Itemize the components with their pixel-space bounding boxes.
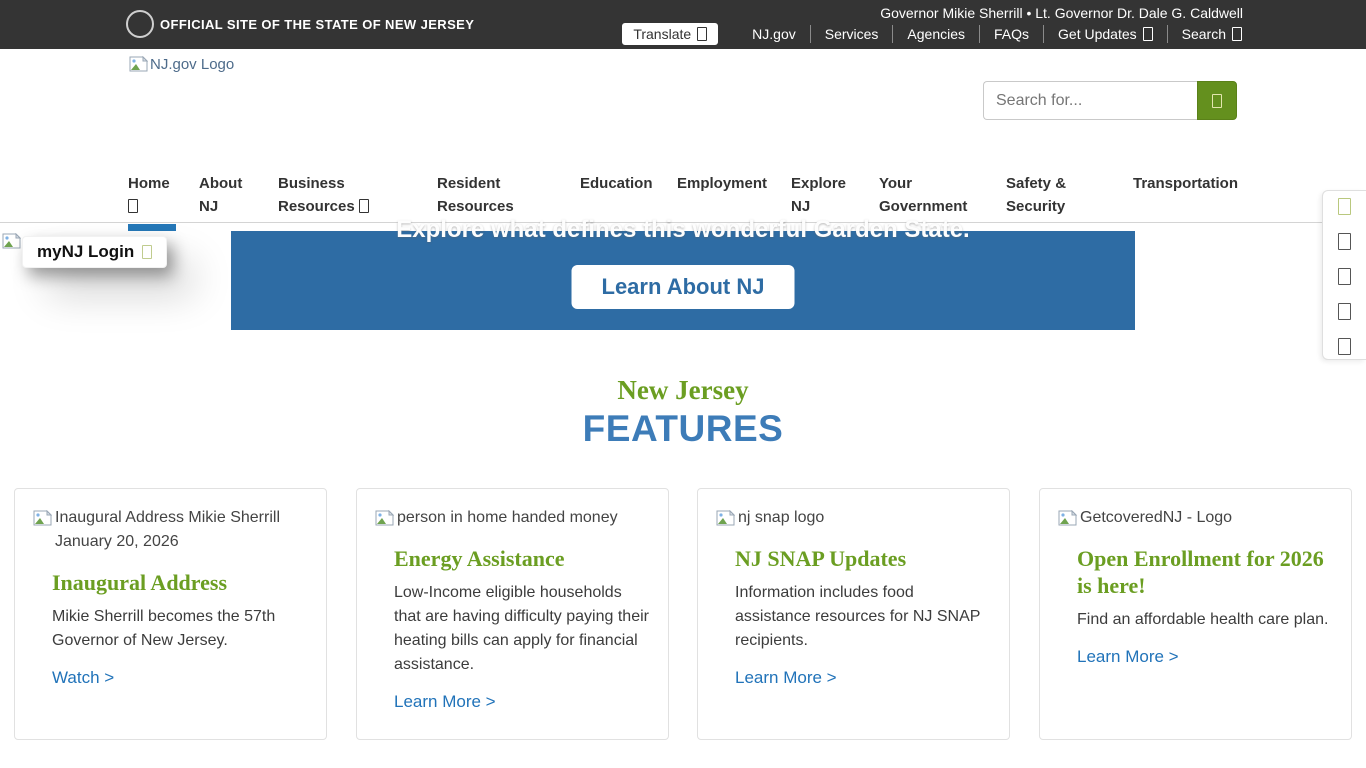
social-icon-3[interactable] xyxy=(1338,268,1351,285)
card-image-alt-text: GetcoveredNJ - Logo xyxy=(1080,506,1232,530)
card-image-alt-text: nj snap logo xyxy=(738,506,824,530)
card-title: Energy Assistance xyxy=(394,545,650,572)
main-navigation: Home About NJ Business Resources Residen… xyxy=(0,152,1366,223)
caret-down-icon xyxy=(128,199,138,213)
broken-image-icon xyxy=(33,510,52,526)
nav-item-label: Safety & Security xyxy=(1006,175,1066,215)
card-learn-more-link[interactable]: Learn More > xyxy=(394,692,496,712)
feature-card-open-enrollment: GetcoveredNJ - Logo Open Enrollment for … xyxy=(1039,488,1352,740)
card-image-alt-text: person in home handed money xyxy=(397,506,618,530)
logo-alt-text: NJ.gov Logo xyxy=(150,56,234,73)
nav-item-label: Resident Resources xyxy=(437,175,514,215)
features-heading: FEATURES xyxy=(0,408,1366,450)
official-site-text: OFFICIAL SITE OF THE STATE OF NEW JERSEY xyxy=(160,17,474,32)
card-title: Inaugural Address xyxy=(52,569,308,596)
login-icon xyxy=(142,245,152,259)
toplink-njgov[interactable]: NJ.gov xyxy=(738,26,810,42)
magnifier-icon xyxy=(1212,94,1222,108)
card-description: Information includes food assistance res… xyxy=(735,581,991,653)
hero-banner: Explore what defines this wonderful Gard… xyxy=(231,231,1135,330)
nav-item-label: Home xyxy=(128,175,170,192)
nav-item-safety-security[interactable]: Safety & Security xyxy=(1006,172,1076,218)
toplink-get-updates[interactable]: Get Updates xyxy=(1044,26,1167,42)
feature-card-energy-assistance: person in home handed money Energy Assis… xyxy=(356,488,669,740)
broken-image-icon xyxy=(716,510,735,526)
card-image-alt: person in home handed money xyxy=(375,506,650,530)
top-bar: OFFICIAL SITE OF THE STATE OF NEW JERSEY… xyxy=(0,0,1366,49)
toplink-label: Search xyxy=(1182,26,1226,42)
search-submit-button[interactable] xyxy=(1197,81,1237,120)
card-description: Find an affordable health care plan. xyxy=(1077,608,1333,632)
nav-item-label: Employment xyxy=(677,175,767,192)
broken-image-icon xyxy=(129,56,148,72)
nav-item-label: Business Resources xyxy=(278,175,355,215)
toplink-label: FAQs xyxy=(994,26,1029,42)
caret-down-icon xyxy=(359,199,369,213)
nav-item-business-resources[interactable]: Business Resources xyxy=(278,172,388,218)
card-watch-link[interactable]: Watch > xyxy=(52,668,114,688)
top-links-row: Translate NJ.gov Services Agencies FAQs … xyxy=(622,24,1242,44)
translate-button-label: Translate xyxy=(633,26,691,42)
card-image-alt: GetcoveredNJ - Logo xyxy=(1058,506,1333,530)
social-icon-5[interactable] xyxy=(1338,338,1351,355)
toplink-label: Get Updates xyxy=(1058,26,1137,42)
social-icon-1[interactable] xyxy=(1338,198,1351,215)
get-updates-icon xyxy=(1143,27,1153,41)
toplink-search[interactable]: Search xyxy=(1168,26,1242,42)
card-title: NJ SNAP Updates xyxy=(735,545,991,572)
site-search xyxy=(983,81,1237,120)
card-image-alt: nj snap logo xyxy=(716,506,991,530)
toplink-services[interactable]: Services xyxy=(811,26,893,42)
card-learn-more-link[interactable]: Learn More > xyxy=(1077,647,1179,667)
card-learn-more-link[interactable]: Learn More > xyxy=(735,668,837,688)
governor-line: Governor Mikie Sherrill • Lt. Governor D… xyxy=(880,5,1243,21)
card-description: Low-Income eligible households that are … xyxy=(394,581,650,677)
nav-item-home[interactable]: Home xyxy=(128,172,174,218)
toplink-faqs[interactable]: FAQs xyxy=(980,26,1043,42)
active-nav-indicator xyxy=(128,224,176,231)
hero-heading: Explore what defines this wonderful Gard… xyxy=(231,216,1135,244)
learn-about-nj-button[interactable]: Learn About NJ xyxy=(572,265,795,309)
card-title: Open Enrollment for 2026 is here! xyxy=(1077,545,1333,599)
nav-item-education[interactable]: Education xyxy=(580,172,665,195)
nj-gov-logo[interactable]: NJ.gov Logo xyxy=(129,56,234,73)
card-image-alt: Inaugural Address Mikie Sherrill January… xyxy=(33,506,308,554)
toplink-label: Agencies xyxy=(907,26,965,42)
nav-item-label: Education xyxy=(580,175,653,192)
search-icon xyxy=(1232,27,1242,41)
toplink-label: Services xyxy=(825,26,879,42)
social-icon-2[interactable] xyxy=(1338,233,1351,250)
broken-image-icon xyxy=(2,233,21,249)
broken-image-icon xyxy=(375,510,394,526)
nav-item-transportation[interactable]: Transportation xyxy=(1133,172,1248,195)
nav-item-label: Your Government xyxy=(879,175,967,215)
card-description: Mikie Sherrill becomes the 57th Governor… xyxy=(52,605,308,653)
nav-item-explore-nj[interactable]: Explore NJ xyxy=(791,172,851,218)
mynj-login-button[interactable]: myNJ Login xyxy=(22,236,167,268)
features-eyebrow: New Jersey xyxy=(0,375,1366,406)
translate-icon xyxy=(697,27,707,41)
nav-item-your-government[interactable]: Your Government xyxy=(879,172,974,218)
social-sidebar xyxy=(1322,190,1366,360)
search-input[interactable] xyxy=(983,81,1197,120)
nav-item-about-nj[interactable]: About NJ xyxy=(199,172,249,218)
translate-button[interactable]: Translate xyxy=(622,23,718,45)
social-icon-4[interactable] xyxy=(1338,303,1351,320)
nav-item-resident-resources[interactable]: Resident Resources xyxy=(437,172,527,218)
mynj-login-label: myNJ Login xyxy=(37,242,134,262)
feature-card-nj-snap-updates: nj snap logo NJ SNAP Updates Information… xyxy=(697,488,1010,740)
nav-item-label: Explore NJ xyxy=(791,175,846,215)
state-seal-icon xyxy=(126,10,154,38)
card-image-alt-text: Inaugural Address Mikie Sherrill January… xyxy=(55,506,308,554)
feature-card-inaugural-address: Inaugural Address Mikie Sherrill January… xyxy=(14,488,327,740)
toplink-agencies[interactable]: Agencies xyxy=(893,26,979,42)
broken-image-icon xyxy=(1058,510,1077,526)
nav-item-label: About NJ xyxy=(199,175,242,215)
toplink-label: NJ.gov xyxy=(752,26,796,42)
nav-item-employment[interactable]: Employment xyxy=(677,172,772,195)
nav-item-label: Transportation xyxy=(1133,175,1238,192)
